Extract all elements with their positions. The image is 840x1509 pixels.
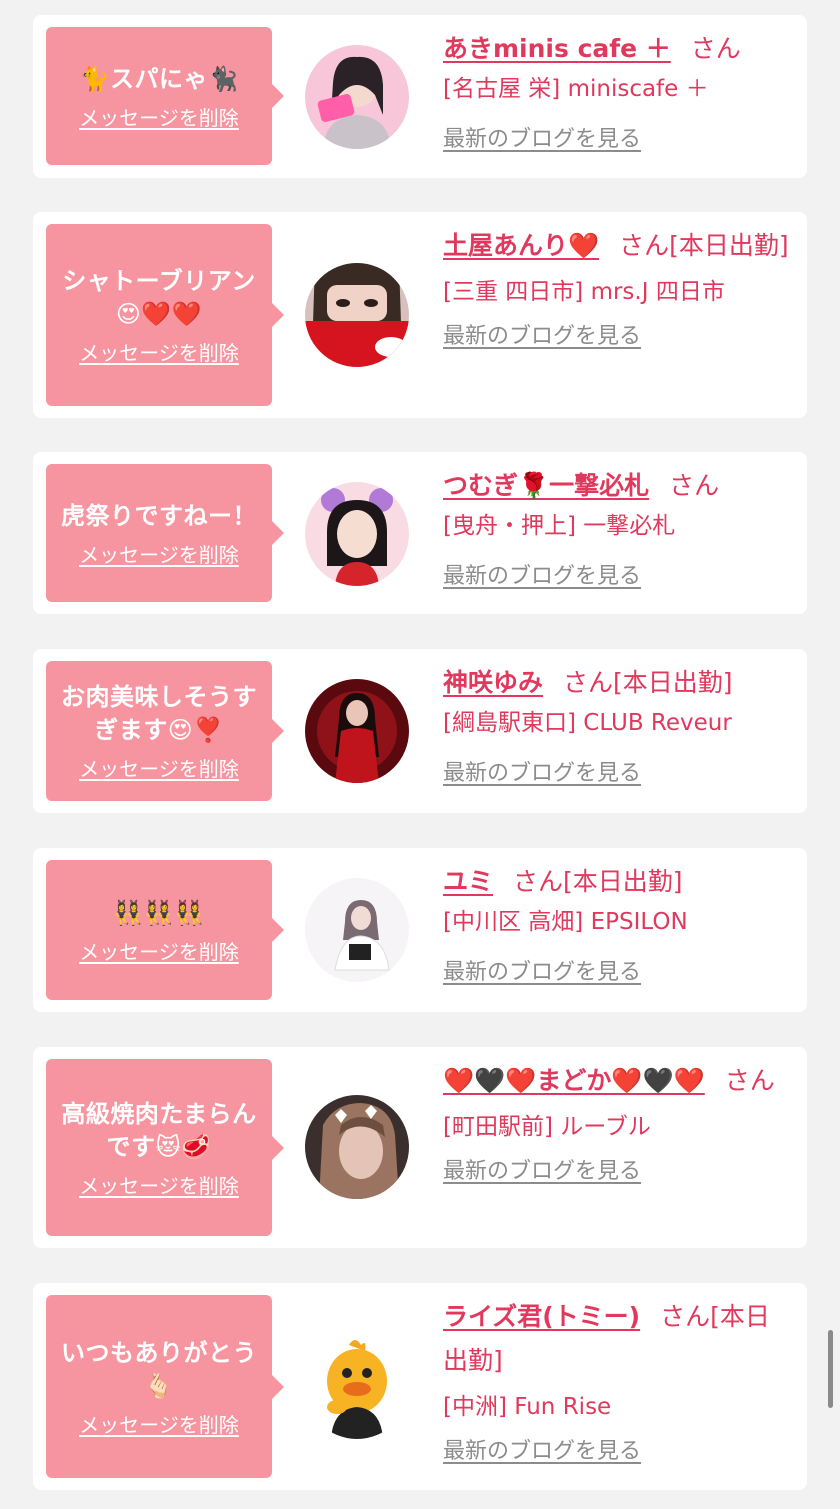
avatar[interactable] (305, 878, 409, 982)
latest-blog-link[interactable]: 最新のブログを見る (443, 322, 641, 352)
profile-photo-icon (305, 679, 409, 783)
message-text: お肉美味しそうすぎます😍❣️ (61, 683, 257, 744)
host-info: 神咲ゆみ さん[本日出勤] [綱島駅東口] CLUB Reveur 最新のブログを… (443, 661, 793, 789)
message-text: 👯‍♀️👯‍♀️👯‍♀️ (113, 898, 205, 927)
latest-blog-link[interactable]: 最新のブログを見る (443, 958, 641, 988)
message-text: いつもありがとう🫰🏻 (61, 1338, 257, 1400)
latest-blog-link[interactable]: 最新のブログを見る (443, 759, 641, 789)
message-bubble: 虎祭りですねー！ メッセージを削除 (46, 464, 284, 602)
host-honorific: さん[本日出勤] (619, 231, 789, 260)
host-honorific: さん[本日出勤] (513, 867, 683, 896)
list-item: 高級焼肉たまらんです😻🥩 メッセージを削除 ❤️🖤❤️まどか❤️🖤❤️ さん [町… (33, 1047, 807, 1248)
host-name-link[interactable]: ユミ (443, 867, 493, 896)
host-info: 土屋あんり❤️ さん[本日出勤] [三重 四日市] mrs.J 四日市 最新のブロ… (443, 224, 793, 352)
host-info: ユミ さん[本日出勤] [中川区 高畑] EPSILON 最新のブログを見る (443, 860, 793, 988)
scrollbar[interactable] (828, 1330, 833, 1408)
shop-label: [名古屋 栄] miniscafe ＋ (443, 76, 709, 102)
host-name-link[interactable]: つむぎ🌹一撃必札 (443, 471, 649, 500)
host-honorific: さん (669, 471, 720, 500)
host-name-link[interactable]: 神咲ゆみ (443, 668, 543, 697)
message-text: 虎祭りですねー！ (61, 501, 257, 530)
host-name-line: 神咲ゆみ さん[本日出勤] (443, 661, 793, 705)
delete-message-link[interactable]: メッセージを削除 (79, 940, 239, 964)
delete-message-link[interactable]: メッセージを削除 (79, 106, 239, 130)
message-bubble: シャトーブリアン😍❤️❤️ メッセージを削除 (46, 224, 284, 406)
host-name-link[interactable]: 土屋あんり❤️ (443, 231, 599, 260)
shop-label: [綱島駅東口] CLUB Reveur (443, 710, 732, 736)
host-honorific: さん (690, 34, 741, 63)
host-name-link[interactable]: ライズ君(トミー) (443, 1302, 640, 1331)
list-item: お肉美味しそうすぎます😍❣️ メッセージを削除 神咲ゆみ さん[本日出勤] [綱島… (33, 649, 807, 813)
latest-blog-link[interactable]: 最新のブログを見る (443, 562, 641, 592)
message-bubble: お肉美味しそうすぎます😍❣️ メッセージを削除 (46, 661, 284, 801)
host-honorific: さん[本日出勤] (563, 668, 733, 697)
shop-label: [中川区 高畑] EPSILON (443, 909, 688, 935)
profile-photo-icon (305, 878, 409, 982)
list-item: いつもありがとう🫰🏻 メッセージを削除 ライズ君(トミー) さん[本日出勤] [中… (33, 1283, 807, 1490)
avatar[interactable] (305, 263, 409, 367)
host-name-line: ❤️🖤❤️まどか❤️🖤❤️ さん (443, 1059, 793, 1103)
host-name-line: ライズ君(トミー) さん[本日出勤] (443, 1295, 793, 1383)
host-info: あきminis cafe ＋ さん [名古屋 栄] miniscafe ＋ 最新の… (443, 27, 793, 155)
shop-label: [三重 四日市] mrs.J 四日市 (443, 279, 725, 305)
message-text: 高級焼肉たまらんです😻🥩 (61, 1099, 257, 1161)
shop-label: [中洲] Fun Rise (443, 1394, 612, 1420)
avatar[interactable] (305, 1335, 409, 1439)
delete-message-link[interactable]: メッセージを削除 (79, 543, 239, 567)
host-name-line: あきminis cafe ＋ さん (443, 27, 793, 71)
message-bubble: 🐈スパにゃ🐈‍⬛ メッセージを削除 (46, 27, 284, 165)
list-item: 虎祭りですねー！ メッセージを削除 つむぎ🌹一撃必札 さん [曳舟・押上] 一撃必… (33, 452, 807, 614)
host-name-link[interactable]: ❤️🖤❤️まどか❤️🖤❤️ (443, 1066, 705, 1095)
avatar[interactable] (305, 1095, 409, 1199)
message-bubble: いつもありがとう🫰🏻 メッセージを削除 (46, 1295, 284, 1478)
host-info: つむぎ🌹一撃必札 さん [曳舟・押上] 一撃必札 最新のブログを見る (443, 464, 793, 592)
message-text: シャトーブリアン😍❤️❤️ (62, 267, 256, 328)
latest-blog-link[interactable]: 最新のブログを見る (443, 125, 641, 155)
host-name-line: ユミ さん[本日出勤] (443, 860, 793, 904)
message-list: 🐈スパにゃ🐈‍⬛ メッセージを削除 あきminis cafe ＋ さん [名古屋 … (0, 0, 840, 1509)
host-info: ライズ君(トミー) さん[本日出勤] [中洲] Fun Rise 最新のブログを見… (443, 1295, 793, 1467)
list-item: 👯‍♀️👯‍♀️👯‍♀️ メッセージを削除 ユミ さん[本日出勤] [中川区 高畑… (33, 848, 807, 1012)
host-name-link[interactable]: あきminis cafe ＋ (443, 34, 671, 63)
delete-message-link[interactable]: メッセージを削除 (79, 1174, 239, 1198)
avatar[interactable] (305, 482, 409, 586)
delete-message-link[interactable]: メッセージを削除 (79, 341, 239, 365)
latest-blog-link[interactable]: 最新のブログを見る (443, 1437, 641, 1467)
shop-label: [曳舟・押上] 一撃必札 (443, 513, 676, 539)
host-info: ❤️🖤❤️まどか❤️🖤❤️ さん [町田駅前] ルーブル 最新のブログを見る (443, 1059, 793, 1187)
profile-photo-icon (305, 45, 409, 149)
host-honorific: さん (724, 1066, 775, 1095)
host-name-line: 土屋あんり❤️ さん[本日出勤] (443, 224, 793, 268)
message-bubble: 👯‍♀️👯‍♀️👯‍♀️ メッセージを削除 (46, 860, 284, 1000)
list-item: シャトーブリアン😍❤️❤️ メッセージを削除 土屋あんり❤️ さん[本日出勤] [… (33, 212, 807, 418)
profile-photo-icon (305, 1095, 409, 1199)
avatar[interactable] (305, 679, 409, 783)
host-name-line: つむぎ🌹一撃必札 さん (443, 464, 793, 508)
shop-label: [町田駅前] ルーブル (443, 1114, 651, 1140)
list-item: 🐈スパにゃ🐈‍⬛ メッセージを削除 あきminis cafe ＋ さん [名古屋 … (33, 15, 807, 178)
profile-photo-icon (305, 263, 409, 367)
message-text: 🐈スパにゃ🐈‍⬛ (79, 64, 239, 93)
delete-message-link[interactable]: メッセージを削除 (79, 1413, 239, 1437)
delete-message-link[interactable]: メッセージを削除 (79, 757, 239, 781)
profile-photo-icon (305, 482, 409, 586)
latest-blog-link[interactable]: 最新のブログを見る (443, 1157, 641, 1187)
message-bubble: 高級焼肉たまらんです😻🥩 メッセージを削除 (46, 1059, 284, 1236)
avatar[interactable] (305, 45, 409, 149)
mascot-duck-icon (305, 1335, 409, 1439)
